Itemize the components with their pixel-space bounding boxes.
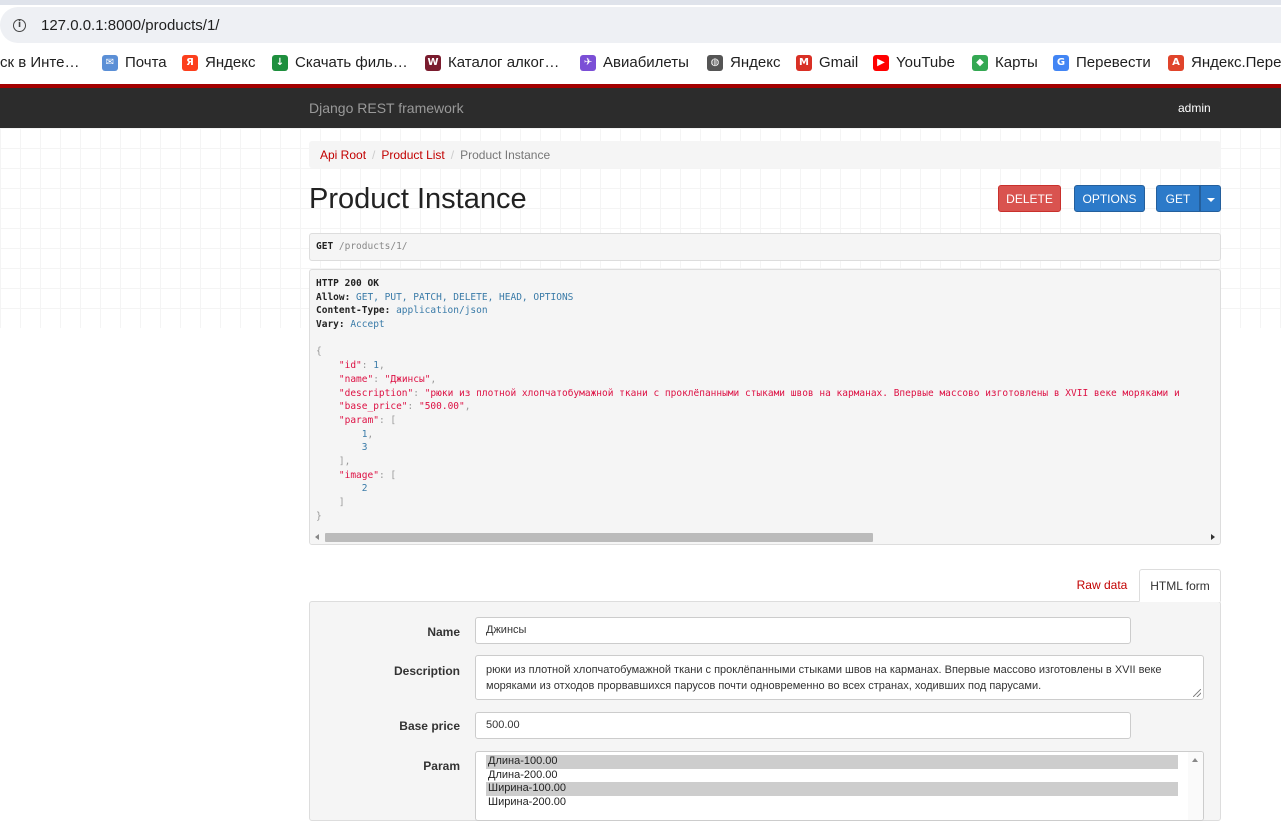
- breadcrumb-api-root[interactable]: Api Root: [320, 148, 366, 162]
- options-button[interactable]: OPTIONS: [1074, 185, 1145, 212]
- address-bar-url[interactable]: 127.0.0.1:8000/products/1/: [41, 17, 219, 34]
- json-base-price: "500.00": [418, 401, 465, 413]
- description-label: Description: [393, 664, 460, 678]
- get-format-dropdown[interactable]: [1200, 185, 1221, 212]
- bookmark-item[interactable]: W Каталог алког…: [425, 54, 559, 71]
- bookmark-label: Скачать филь…: [295, 54, 408, 71]
- request-info: GET /products/1/: [309, 233, 1221, 261]
- bookmark-label: Яндекс.Пере: [1191, 54, 1281, 71]
- get-button[interactable]: GET: [1156, 185, 1200, 212]
- youtube-icon: ▶: [873, 54, 889, 71]
- description-textarea[interactable]: рюки из плотной хлопчатобумажной ткани с…: [475, 655, 1204, 700]
- site-info-icon[interactable]: i: [13, 19, 26, 32]
- header-vary-value: Accept: [344, 319, 385, 331]
- bookmark-label: Яндекс: [205, 54, 256, 71]
- breadcrumb-product-list[interactable]: Product List: [381, 148, 444, 162]
- response-status: HTTP 200 OK: [316, 278, 379, 289]
- param-vertical-scrollbar[interactable]: [1188, 752, 1203, 820]
- description-text: рюки из плотной хлопчатобумажной ткани с…: [486, 664, 1162, 692]
- delete-button[interactable]: DELETE: [998, 185, 1061, 212]
- param-option[interactable]: Длина-200.00: [486, 769, 1178, 783]
- json-image-item: 2: [361, 483, 368, 495]
- name-input[interactable]: Джинсы: [475, 617, 1131, 644]
- mail-icon: ✉: [102, 54, 118, 71]
- param-label: Param: [423, 759, 460, 773]
- bookmark-item[interactable]: A Яндекс.Пере: [1168, 54, 1281, 71]
- download-icon: ↓: [272, 54, 288, 71]
- resize-handle-icon[interactable]: [1193, 689, 1201, 697]
- header-content-type-key: Content-Type:: [316, 305, 391, 317]
- address-bar[interactable]: i 127.0.0.1:8000/products/1/: [0, 7, 1281, 43]
- bookmark-item[interactable]: ск в Инте…: [0, 54, 79, 71]
- navbar-brand[interactable]: Django REST framework: [309, 100, 464, 116]
- globe-icon: ◍: [707, 54, 723, 71]
- header-vary-key: Vary:: [316, 319, 345, 331]
- bookmark-item[interactable]: ↓ Скачать филь…: [272, 54, 408, 71]
- bookmark-item[interactable]: ✉ Почта: [102, 54, 167, 71]
- header-content-type-value: application/json: [390, 305, 488, 317]
- request-method: GET: [316, 241, 334, 252]
- scrollbar-thumb[interactable]: [325, 533, 873, 542]
- caret-down-icon: [1206, 197, 1215, 202]
- scroll-left-icon[interactable]: [315, 534, 319, 540]
- json-description: "рюки из плотной хлопчатобумажной ткани …: [424, 387, 1180, 399]
- bookmark-label: Перевести: [1076, 54, 1151, 71]
- base-price-input[interactable]: 500.00: [475, 712, 1131, 739]
- bookmark-item[interactable]: ▶ YouTube: [873, 54, 955, 71]
- scroll-right-icon[interactable]: [1211, 534, 1215, 540]
- bookmark-item[interactable]: ✈ Авиабилеты: [580, 54, 689, 71]
- breadcrumb-separator: /: [450, 148, 455, 162]
- bookmark-label: Каталог алког…: [448, 54, 560, 71]
- tab-raw-data[interactable]: Raw data: [1068, 569, 1136, 602]
- html-form: Name Джинсы Description рюки из плотной …: [309, 601, 1221, 821]
- bookmark-label: Яндекс: [730, 54, 781, 71]
- yandex-translate-icon: A: [1168, 54, 1184, 71]
- bookmark-item[interactable]: Я Яндекс: [182, 54, 255, 71]
- bookmark-item[interactable]: M Gmail: [796, 54, 858, 71]
- winestore-icon: W: [425, 54, 441, 71]
- param-option[interactable]: Ширина-100.00: [486, 782, 1178, 796]
- breadcrumb: Api Root / Product List / Product Instance: [309, 141, 1221, 168]
- bookmark-label: Авиабилеты: [603, 54, 689, 71]
- maps-icon: ◆: [972, 54, 988, 71]
- plane-icon: ✈: [580, 54, 596, 71]
- bookmark-item[interactable]: ◍ Яндекс: [707, 54, 780, 71]
- gmail-icon: M: [796, 54, 812, 71]
- response-info: HTTP 200 OK Allow: GET, PUT, PATCH, DELE…: [309, 269, 1221, 545]
- bookmark-label: Gmail: [819, 54, 859, 71]
- param-option[interactable]: Длина-100.00: [486, 755, 1178, 769]
- param-option[interactable]: Ширина-200.00: [486, 796, 1178, 810]
- bookmark-label: Почта: [125, 54, 167, 71]
- yandex-icon: Я: [182, 54, 198, 71]
- bookmark-label: Карты: [995, 54, 1038, 71]
- json-param-item: 3: [361, 442, 368, 454]
- scroll-up-icon[interactable]: [1192, 758, 1198, 762]
- navbar: Django REST framework admin: [0, 88, 1281, 128]
- tab-html-form[interactable]: HTML form: [1139, 569, 1221, 602]
- response-horizontal-scrollbar[interactable]: [310, 530, 1220, 544]
- navbar-user-menu[interactable]: admin: [1178, 101, 1211, 115]
- base-price-label: Base price: [399, 719, 460, 733]
- bookmark-item[interactable]: ◆ Карты: [972, 54, 1038, 71]
- header-allow-value: GET, PUT, PATCH, DELETE, HEAD, OPTIONS: [350, 291, 574, 303]
- bookmarks-bar: ск в Инте… ✉ Почта Я Яндекс ↓ Скачать филь… W Ка…: [0, 48, 1281, 78]
- page-title: Product Instance: [309, 183, 527, 215]
- name-label: Name: [427, 625, 460, 639]
- param-multiselect[interactable]: Длина-100.00 Длина-200.00 Ширина-100.00 …: [475, 751, 1204, 821]
- breadcrumb-separator: /: [372, 148, 376, 162]
- bookmark-label: ск в Инте…: [0, 54, 80, 71]
- request-path: /products/1/: [333, 241, 408, 252]
- json-name: "Джинсы": [384, 373, 431, 385]
- header-allow-key: Allow:: [316, 291, 351, 303]
- bookmark-label: YouTube: [896, 54, 955, 71]
- browser-top-strip: [0, 0, 1281, 5]
- translate-icon: G: [1053, 54, 1069, 71]
- breadcrumb-current: Product Instance: [460, 148, 551, 162]
- bookmark-item[interactable]: G Перевести: [1053, 54, 1151, 71]
